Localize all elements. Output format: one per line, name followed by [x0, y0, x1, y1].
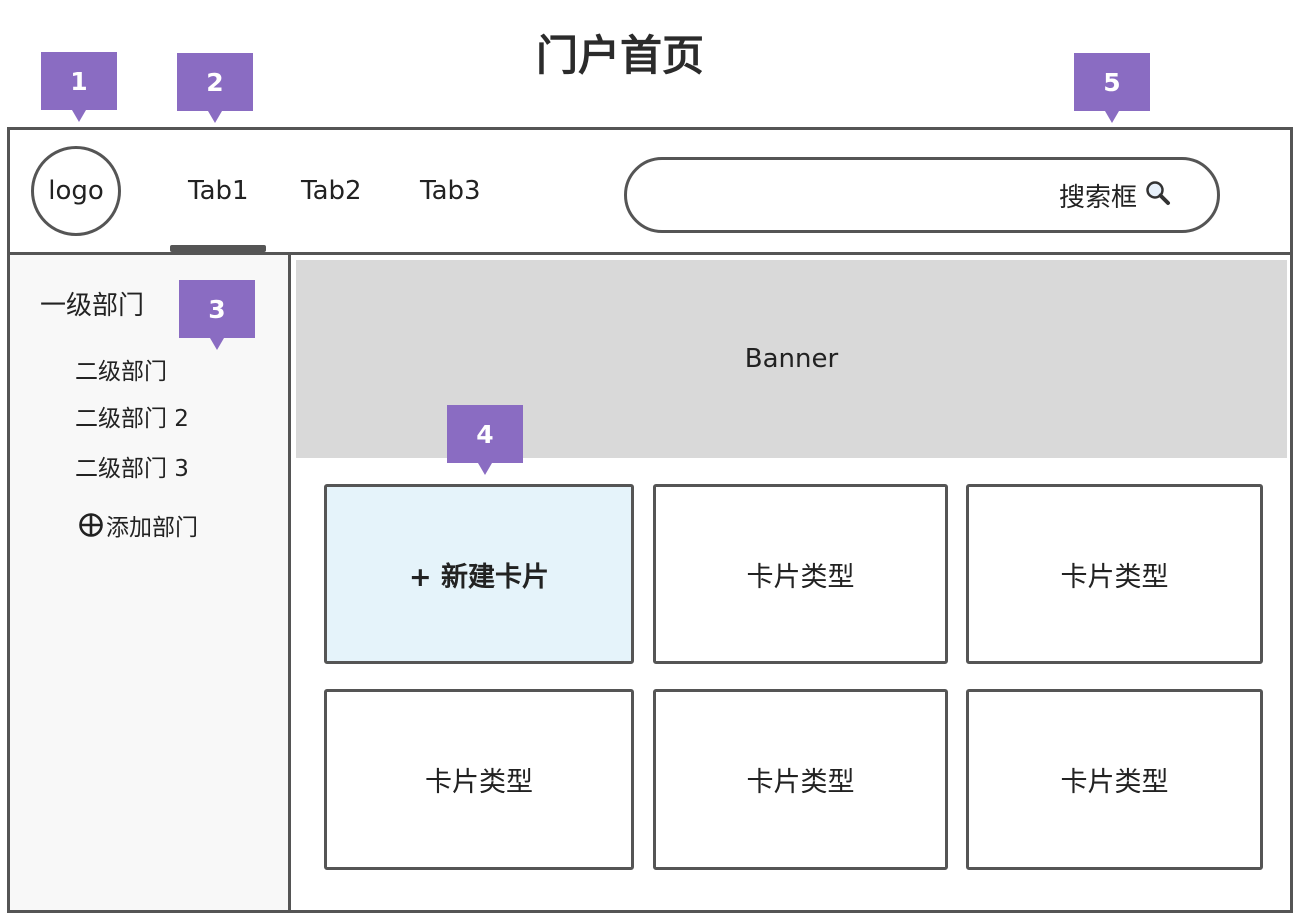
card[interactable]: 卡片类型 — [966, 484, 1263, 664]
new-card-button[interactable]: + 新建卡片 — [324, 484, 634, 664]
tab-3[interactable]: Tab3 — [420, 176, 481, 206]
new-card-label: + 新建卡片 — [408, 561, 550, 593]
active-tab-indicator — [170, 245, 266, 252]
banner[interactable]: Banner — [296, 260, 1287, 458]
header: logo Tab1 Tab2 Tab3 搜索框 — [10, 130, 1290, 255]
sidebar-dept-level2-1[interactable]: 二级部门 — [75, 352, 167, 386]
banner-label: Banner — [744, 344, 839, 374]
logo[interactable]: logo — [31, 146, 121, 236]
card[interactable]: 卡片类型 — [653, 689, 948, 870]
sidebar-dept-level1[interactable]: 一级部门 — [40, 285, 144, 322]
card-label: 卡片类型 — [1060, 767, 1169, 798]
callout-marker-1: 1 — [41, 52, 117, 122]
add-dept-label: 添加部门 — [106, 515, 198, 541]
search-input[interactable]: 搜索框 — [624, 157, 1220, 233]
sidebar-dept-level2-3[interactable]: 二级部门 3 — [75, 449, 189, 483]
callout-marker-4: 4 — [447, 405, 523, 475]
tab-1[interactable]: Tab1 — [188, 176, 249, 206]
card[interactable]: 卡片类型 — [324, 689, 634, 870]
search-icon — [1146, 181, 1170, 205]
search-label: 搜索框 — [1058, 182, 1137, 213]
add-dept-button[interactable]: 添加部门 — [78, 508, 198, 542]
plus-circle-icon — [79, 513, 103, 537]
tab-2[interactable]: Tab2 — [301, 176, 362, 206]
card-label: 卡片类型 — [746, 767, 855, 798]
callout-marker-2: 2 — [177, 53, 253, 123]
card-label: 卡片类型 — [425, 767, 533, 798]
sidebar-dept-level2-2[interactable]: 二级部门 2 — [75, 399, 189, 433]
callout-marker-3: 3 — [179, 280, 255, 350]
portal-frame: logo Tab1 Tab2 Tab3 搜索框 一级部门 二级部门 二级部门 2… — [7, 127, 1293, 913]
sidebar: 一级部门 二级部门 二级部门 2 二级部门 3 添加部门 — [10, 255, 291, 910]
card[interactable]: 卡片类型 — [966, 689, 1263, 870]
card-label: 卡片类型 — [1060, 561, 1169, 593]
callout-marker-5: 5 — [1074, 53, 1150, 123]
card-label: 卡片类型 — [746, 561, 855, 593]
card[interactable]: 卡片类型 — [653, 484, 948, 664]
